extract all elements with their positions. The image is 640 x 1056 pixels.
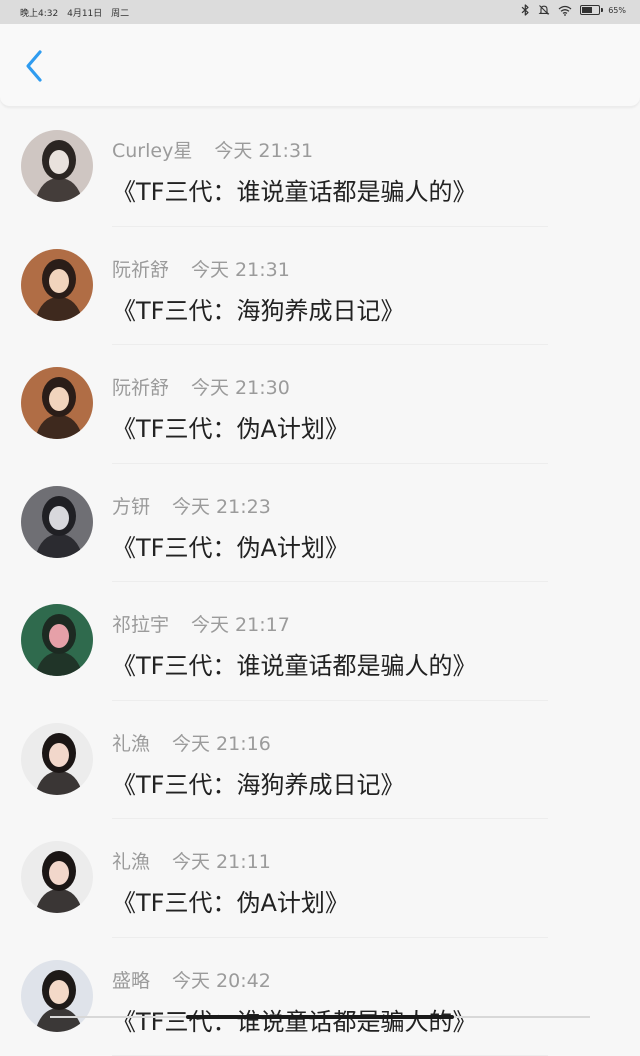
user-name[interactable]: 方钘: [112, 496, 150, 518]
message-text[interactable]: 《TF三代：谁说童话都是骗人的》: [112, 1002, 476, 1037]
list-item[interactable]: 盛略今天 20:42 《TF三代：谁说童话都是骗人的》: [0, 938, 640, 1056]
user-name[interactable]: 阮祈舒: [112, 377, 169, 399]
message-text[interactable]: 《TF三代：伪A计划》: [112, 409, 349, 444]
avatar[interactable]: [21, 960, 93, 1032]
list-item-meta: 礼漁今天 21:11: [112, 847, 271, 874]
list-item[interactable]: 礼漁今天 21:16 《TF三代：海狗养成日记》: [0, 701, 640, 820]
user-name[interactable]: Curley星: [112, 140, 192, 162]
battery-level-fill: [582, 7, 591, 13]
avatar[interactable]: [21, 249, 93, 321]
mute-bell-icon: [538, 4, 550, 16]
timestamp: 今天 20:42: [172, 970, 271, 992]
wifi-icon: [558, 5, 572, 16]
message-text[interactable]: 《TF三代：伪A计划》: [112, 883, 349, 918]
avatar[interactable]: [21, 130, 93, 202]
timestamp: 今天 21:17: [191, 614, 290, 636]
back-button[interactable]: [18, 48, 52, 84]
list-item[interactable]: Curley星今天 21:31 《TF三代：谁说童话都是骗人的》: [0, 108, 640, 227]
list-item[interactable]: 礼漁今天 21:11 《TF三代：伪A计划》: [0, 819, 640, 938]
avatar[interactable]: [21, 367, 93, 439]
battery-icon: [580, 5, 600, 15]
message-text[interactable]: 《TF三代：海狗养成日记》: [112, 291, 404, 326]
timestamp: 今天 21:31: [214, 140, 313, 162]
message-text[interactable]: 《TF三代：伪A计划》: [112, 528, 349, 563]
list-item[interactable]: 祁拉宇今天 21:17 《TF三代：谁说童话都是骗人的》: [0, 582, 640, 701]
bluetooth-icon: [521, 4, 530, 16]
timestamp: 今天 21:16: [172, 733, 271, 755]
avatar[interactable]: [21, 723, 93, 795]
user-name[interactable]: 盛略: [112, 970, 150, 992]
list-item-meta: 阮祈舒今天 21:31: [112, 255, 290, 282]
message-text[interactable]: 《TF三代：谁说童话都是骗人的》: [112, 172, 476, 207]
list-item-meta: 祁拉宇今天 21:17: [112, 610, 290, 637]
chevron-left-icon: [18, 48, 52, 84]
message-list: Curley星今天 21:31《TF三代：谁说童话都是骗人的》阮祈舒今天 21:…: [0, 108, 640, 1056]
status-icons: 65%: [521, 4, 626, 16]
user-name[interactable]: 阮祈舒: [112, 259, 169, 281]
home-indicator[interactable]: [186, 1015, 454, 1019]
top-bar: [0, 24, 640, 107]
timestamp: 今天 21:11: [172, 851, 271, 873]
message-text[interactable]: 《TF三代：海狗养成日记》: [112, 765, 404, 800]
timestamp: 今天 21:31: [191, 259, 290, 281]
status-weekday: 周二: [111, 9, 129, 19]
battery-percentage: 65%: [608, 6, 626, 15]
user-name[interactable]: 祁拉宇: [112, 614, 169, 636]
list-item-meta: Curley星今天 21:31: [112, 136, 313, 163]
timestamp: 今天 21:23: [172, 496, 271, 518]
list-item[interactable]: 方钘今天 21:23 《TF三代：伪A计划》: [0, 464, 640, 583]
avatar[interactable]: [21, 841, 93, 913]
list-item[interactable]: 阮祈舒今天 21:31 《TF三代：海狗养成日记》: [0, 227, 640, 346]
status-date: 4月11日: [67, 9, 102, 19]
list-item[interactable]: 阮祈舒今天 21:30 《TF三代：伪A计划》: [0, 345, 640, 464]
status-time: 晚上4:32: [20, 9, 58, 19]
user-name[interactable]: 礼漁: [112, 851, 150, 873]
user-name[interactable]: 礼漁: [112, 733, 150, 755]
list-item-meta: 方钘今天 21:23: [112, 492, 271, 519]
status-left: 晚上4:32 4月11日 周二: [20, 6, 135, 19]
timestamp: 今天 21:30: [191, 377, 290, 399]
avatar[interactable]: [21, 486, 93, 558]
avatar[interactable]: [21, 604, 93, 676]
list-item-meta: 盛略今天 20:42: [112, 966, 271, 993]
list-item-meta: 礼漁今天 21:16: [112, 729, 271, 756]
status-bar: 晚上4:32 4月11日 周二 65%: [0, 0, 640, 24]
message-text[interactable]: 《TF三代：谁说童话都是骗人的》: [112, 646, 476, 681]
list-item-meta: 阮祈舒今天 21:30: [112, 373, 290, 400]
